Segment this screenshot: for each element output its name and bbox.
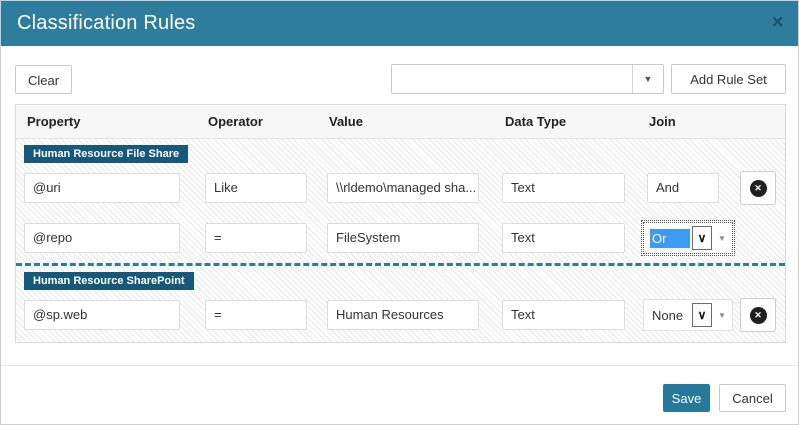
join-input[interactable]: And [647,173,719,203]
rule-set-combo-input[interactable] [392,65,649,93]
rules-grid-body: Human Resource File Share @uri Like \\rldem… [16,139,785,342]
dropdown-caret-icon[interactable]: ▼ [718,234,726,243]
operator-input[interactable]: = [205,300,307,330]
footer-divider [1,365,798,366]
select-chevron-icon[interactable]: ∨ [692,303,712,327]
classification-rules-dialog: Classification Rules ✕ Clear ▼ Add Rule … [0,0,799,425]
datatype-input[interactable]: Text [502,300,625,330]
rule-row: @sp.web = Human Resources Text None∨ ▼ ✕ [16,290,785,340]
delete-x-icon: ✕ [750,180,767,197]
join-select-value[interactable]: Or [650,229,690,248]
rule-set-label: Human Resource File Share [24,145,188,163]
add-rule-set-button[interactable]: Add Rule Set [671,64,786,94]
value-input[interactable]: Human Resources [327,300,479,330]
rules-grid: Property Operator Value Data Type Join H… [15,104,786,343]
cancel-button[interactable]: Cancel [719,384,786,412]
property-input[interactable]: @repo [24,223,180,253]
delete-x-icon: ✕ [750,307,767,324]
clear-button[interactable]: Clear [15,65,72,94]
delete-rule-button[interactable]: ✕ [740,171,776,205]
datatype-input[interactable]: Text [502,223,625,253]
combo-dropdown-caret-icon[interactable]: ▼ [632,65,663,93]
column-header-join: Join [649,105,676,138]
rule-row: @repo = FileSystem Text Or∨ ▼ [16,213,785,263]
dialog-titlebar: Classification Rules ✕ [1,1,798,46]
column-header-value: Value [329,105,363,138]
value-input[interactable]: \\rldemo\managed sha... [327,173,479,203]
delete-rule-button[interactable]: ✕ [740,298,776,332]
join-select[interactable]: None∨ ▼ [643,299,733,331]
join-select-value[interactable]: None [650,306,690,325]
join-select[interactable]: Or∨ ▼ [643,222,733,254]
column-header-property: Property [27,105,80,138]
select-chevron-icon[interactable]: ∨ [692,226,712,250]
property-input[interactable]: @sp.web [24,300,180,330]
dropdown-caret-icon[interactable]: ▼ [718,311,726,320]
value-input[interactable]: FileSystem [327,223,479,253]
dialog-title: Classification Rules [17,1,196,46]
column-header-operator: Operator [208,105,263,138]
rule-set-combobox[interactable]: ▼ [391,64,664,94]
datatype-input[interactable]: Text [502,173,625,203]
rule-set-label: Human Resource SharePoint [24,272,194,290]
rule-row: @uri Like \\rldemo\managed sha... Text And ✕ [16,163,785,213]
close-icon[interactable]: ✕ [771,14,784,32]
operator-input[interactable]: Like [205,173,307,203]
rule-set: Human Resource SharePoint @sp.web = Human R… [16,263,785,340]
rule-set: Human Resource File Share @uri Like \\rldem… [16,139,785,263]
operator-input[interactable]: = [205,223,307,253]
property-input[interactable]: @uri [24,173,180,203]
rules-grid-header: Property Operator Value Data Type Join [16,105,785,139]
save-button[interactable]: Save [663,384,710,412]
column-header-datatype: Data Type [505,105,566,138]
